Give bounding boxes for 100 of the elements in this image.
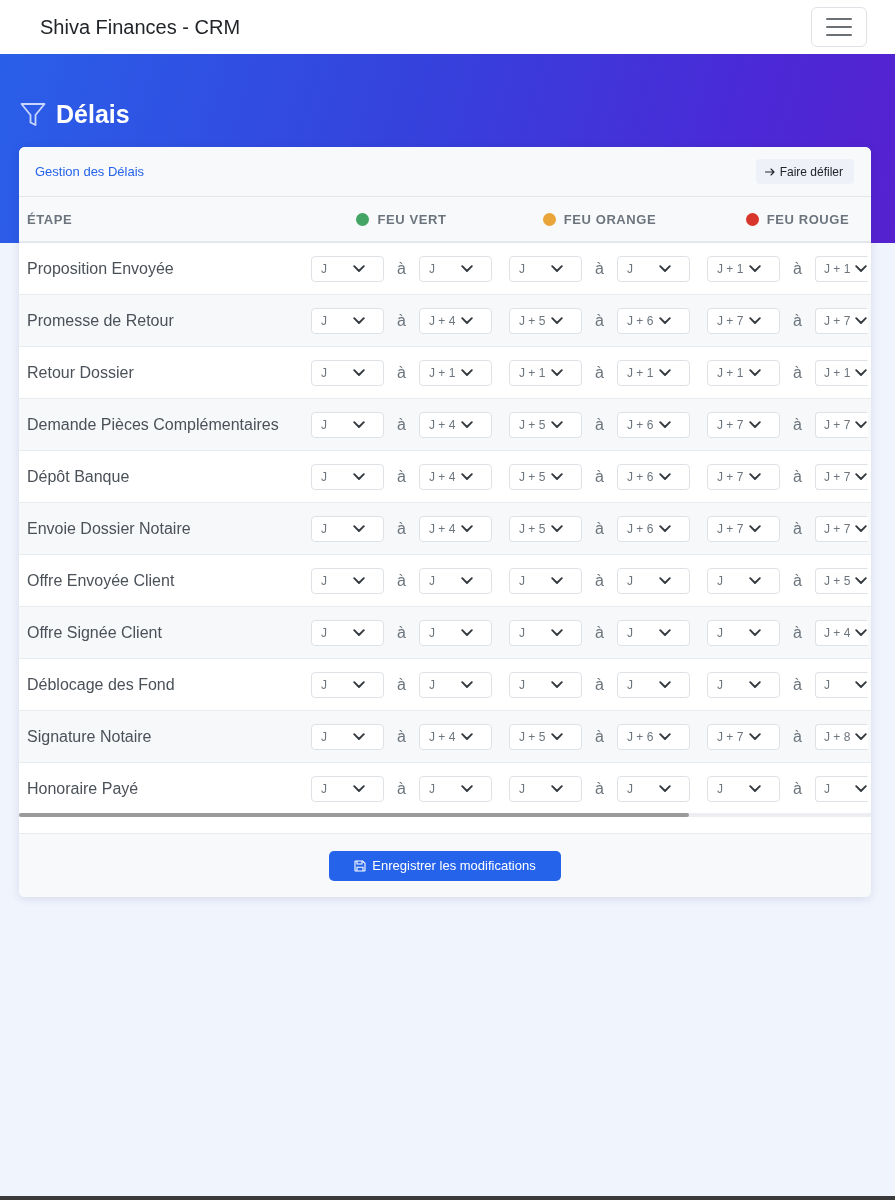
to-label: à — [396, 311, 407, 330]
day-select[interactable]: J — [311, 359, 384, 386]
day-select[interactable]: J — [311, 619, 384, 646]
chevron-down-icon — [749, 368, 761, 377]
day-select[interactable]: J — [419, 775, 492, 802]
day-select[interactable]: J — [509, 619, 582, 646]
scroll-button[interactable]: Faire défiler — [755, 159, 854, 184]
chevron-down-icon — [855, 472, 867, 481]
day-select[interactable]: J — [419, 255, 492, 282]
day-select[interactable]: J — [311, 307, 384, 334]
day-select[interactable]: J — [311, 671, 384, 698]
chevron-down-icon — [855, 420, 867, 429]
day-select[interactable]: J + 1 — [707, 359, 780, 386]
day-select[interactable]: J + 6 — [617, 723, 690, 750]
day-select[interactable]: J + 4 — [419, 411, 492, 438]
day-select[interactable]: J + 1 — [509, 359, 582, 386]
day-select[interactable]: J + 6 — [617, 515, 690, 542]
day-select[interactable]: J — [707, 775, 780, 802]
day-select[interactable]: J — [509, 255, 582, 282]
day-select[interactable]: J + 7 — [707, 307, 780, 334]
day-select[interactable]: J — [707, 567, 780, 594]
day-select[interactable]: J — [617, 671, 690, 698]
chevron-down-icon — [855, 264, 867, 273]
day-select[interactable]: J + 8 — [815, 723, 868, 750]
chevron-down-icon — [659, 576, 671, 585]
page-title: Délais — [56, 100, 130, 129]
day-select[interactable]: J + 7 — [707, 515, 780, 542]
day-select[interactable]: J + 1 — [815, 255, 868, 282]
day-select[interactable]: J — [815, 671, 868, 698]
day-select[interactable]: J + 5 — [509, 307, 582, 334]
day-select[interactable]: J + 7 — [815, 463, 868, 490]
to-label: à — [792, 311, 803, 330]
day-select[interactable]: J + 7 — [707, 723, 780, 750]
day-select[interactable]: J — [617, 567, 690, 594]
menu-button[interactable] — [811, 7, 867, 47]
to-label: à — [792, 779, 803, 798]
chevron-down-icon — [855, 316, 867, 325]
day-select[interactable]: J + 4 — [815, 619, 868, 646]
day-select[interactable]: J + 7 — [815, 515, 868, 542]
to-label: à — [594, 623, 605, 642]
day-select[interactable]: J + 1 — [419, 359, 492, 386]
day-select[interactable]: J — [419, 619, 492, 646]
day-select[interactable]: J — [509, 567, 582, 594]
day-select[interactable]: J — [419, 671, 492, 698]
day-select[interactable]: J + 1 — [707, 255, 780, 282]
to-label: à — [594, 415, 605, 434]
day-select[interactable]: J + 4 — [419, 723, 492, 750]
day-select[interactable]: J — [707, 671, 780, 698]
day-select[interactable]: J — [311, 723, 384, 750]
day-select[interactable]: J — [311, 515, 384, 542]
scrollbar-track[interactable] — [19, 813, 871, 817]
chevron-down-icon — [855, 628, 867, 637]
to-label: à — [594, 779, 605, 798]
day-select[interactable]: J — [311, 567, 384, 594]
brand-title[interactable]: Shiva Finances - CRM — [40, 15, 241, 39]
day-select[interactable]: J — [311, 775, 384, 802]
to-label: à — [792, 363, 803, 382]
day-select[interactable]: J — [509, 775, 582, 802]
chevron-down-icon — [353, 368, 365, 377]
day-select[interactable]: J — [707, 619, 780, 646]
to-label: à — [396, 467, 407, 486]
day-select[interactable]: J + 4 — [419, 463, 492, 490]
to-label: à — [594, 727, 605, 746]
day-select[interactable]: J + 6 — [617, 307, 690, 334]
day-select[interactable]: J + 7 — [707, 411, 780, 438]
day-select[interactable]: J — [617, 619, 690, 646]
step-label: Proposition Envoyée — [27, 259, 174, 277]
chevron-down-icon — [855, 784, 867, 793]
day-select[interactable]: J — [617, 255, 690, 282]
to-label: à — [396, 415, 407, 434]
day-select[interactable]: J + 6 — [617, 411, 690, 438]
day-select[interactable]: J — [311, 463, 384, 490]
arrow-right-icon — [764, 167, 775, 176]
day-select[interactable]: J + 4 — [419, 307, 492, 334]
chevron-down-icon — [353, 628, 365, 637]
day-select[interactable]: J + 5 — [509, 723, 582, 750]
chevron-down-icon — [659, 524, 671, 533]
day-select[interactable]: J + 5 — [509, 463, 582, 490]
day-select[interactable]: J — [419, 567, 492, 594]
to-label: à — [792, 571, 803, 590]
chevron-down-icon — [551, 732, 563, 741]
day-select[interactable]: J + 1 — [617, 359, 690, 386]
day-select[interactable]: J — [815, 775, 868, 802]
to-label: à — [594, 311, 605, 330]
day-select[interactable]: J + 7 — [707, 463, 780, 490]
save-button[interactable]: Enregistrer les modifications — [329, 850, 561, 881]
day-select[interactable]: J + 6 — [617, 463, 690, 490]
day-select[interactable]: J — [311, 255, 384, 282]
day-select[interactable]: J + 7 — [815, 411, 868, 438]
day-select[interactable]: J + 7 — [815, 307, 868, 334]
scrollbar-thumb[interactable] — [19, 813, 689, 817]
day-select[interactable]: J + 5 — [509, 411, 582, 438]
day-select[interactable]: J — [311, 411, 384, 438]
day-select[interactable]: J — [509, 671, 582, 698]
day-select[interactable]: J + 5 — [509, 515, 582, 542]
day-select[interactable]: J + 1 — [815, 359, 868, 386]
day-select[interactable]: J + 4 — [419, 515, 492, 542]
day-select[interactable]: J — [617, 775, 690, 802]
day-select[interactable]: J + 5 — [815, 567, 868, 594]
to-label: à — [396, 779, 407, 798]
